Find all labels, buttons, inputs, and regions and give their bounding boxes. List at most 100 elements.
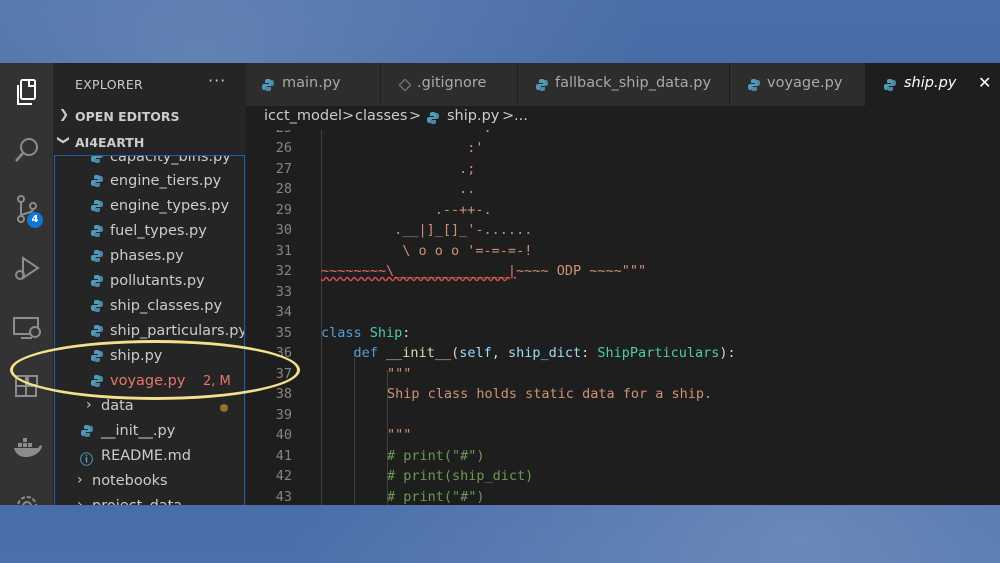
file-phases[interactable]: phases.py xyxy=(55,245,244,269)
highlight-ellipse xyxy=(10,340,300,400)
line-number: 27 xyxy=(275,161,292,177)
breadcrumb: icct_model > classes > ship.py > ... xyxy=(246,106,1000,130)
tab-gitignore[interactable]: .gitignore xyxy=(381,63,518,106)
chevron-right-icon: ❯ xyxy=(59,107,70,121)
code-line: .; xyxy=(321,161,476,177)
line-number: 30 xyxy=(275,222,292,238)
python-icon xyxy=(91,275,103,287)
file-engine-tiers[interactable]: engine_tiers.py xyxy=(55,170,244,194)
file-name: pollutants.py xyxy=(110,273,205,289)
file-readme[interactable]: ⓘ README.md xyxy=(55,445,244,469)
run-debug-icon[interactable] xyxy=(0,243,53,293)
code-line: .--++-. xyxy=(321,202,492,218)
file-name: ship_classes.py xyxy=(110,298,223,314)
explorer-sidebar: EXPLORER ··· ❯ OPEN EDITORS ❯ AI4EARTH c… xyxy=(53,63,246,505)
line-number: 29 xyxy=(275,202,292,218)
python-icon xyxy=(91,156,103,163)
python-icon xyxy=(91,200,103,212)
chevron-right-icon: › xyxy=(86,397,92,413)
python-icon xyxy=(91,300,103,312)
file-init[interactable]: __init__.py xyxy=(55,420,244,444)
close-icon[interactable]: ✕ xyxy=(978,73,991,92)
tab-main[interactable]: main.py xyxy=(246,63,381,106)
tab-fallback-ship-data[interactable]: fallback_ship_data.py xyxy=(518,63,730,106)
tab-voyage[interactable]: voyage.py xyxy=(730,63,866,106)
indent-guide xyxy=(354,350,355,505)
open-editors-label: OPEN EDITORS xyxy=(75,109,180,124)
open-editors-section[interactable]: ❯ OPEN EDITORS xyxy=(53,106,246,128)
source-control-icon[interactable]: 4 xyxy=(0,184,53,234)
file-engine-types[interactable]: engine_types.py xyxy=(55,195,244,219)
file-name: __init__.py xyxy=(101,423,176,439)
code-line: # print("#") xyxy=(387,489,485,505)
project-label: AI4EARTH xyxy=(75,135,145,150)
line-number: 32 xyxy=(275,263,292,279)
file-fuel-types[interactable]: fuel_types.py xyxy=(55,220,244,244)
docker-icon[interactable] xyxy=(0,423,53,473)
breadcrumb-item[interactable]: ship.py xyxy=(447,108,499,124)
code-line: Ship class holds static data for a ship. xyxy=(387,386,713,402)
line-number: 39 xyxy=(275,407,292,423)
code-token: __init__ xyxy=(386,345,452,361)
python-icon xyxy=(91,325,103,337)
breadcrumb-item[interactable]: ... xyxy=(514,108,528,124)
remote-explorer-icon[interactable] xyxy=(0,303,53,353)
python-icon xyxy=(91,250,103,262)
modified-dot xyxy=(220,404,228,412)
more-actions-icon[interactable]: ··· xyxy=(208,71,226,90)
code-line: # print(ship_dict) xyxy=(387,468,534,484)
settings-icon[interactable] xyxy=(0,481,53,505)
files-icon[interactable] xyxy=(0,68,53,118)
folder-name: project_data xyxy=(92,498,182,505)
code-token: ShipParticulars xyxy=(597,345,720,361)
source-control-badge: 4 xyxy=(27,212,43,228)
line-number: 33 xyxy=(275,284,292,300)
breadcrumb-separator: > xyxy=(502,108,515,124)
code-line: :' xyxy=(321,140,484,156)
line-number: 41 xyxy=(275,448,292,464)
breadcrumb-item[interactable]: classes xyxy=(355,108,407,124)
tab-ship[interactable]: ship.py ✕ xyxy=(866,63,1000,106)
line-number: 25 xyxy=(246,130,292,136)
code-line: """ xyxy=(387,366,412,382)
file-ship-classes[interactable]: ship_classes.py xyxy=(55,295,244,319)
tab-label: fallback_ship_data.py xyxy=(555,75,712,91)
file-name: phases.py xyxy=(110,248,184,264)
chevron-right-icon: › xyxy=(77,497,83,505)
folder-project-data[interactable]: › project_data xyxy=(55,495,244,505)
info-icon: ⓘ xyxy=(80,453,94,468)
tab-label: .gitignore xyxy=(417,75,487,91)
line-number: 31 xyxy=(275,243,292,259)
folder-name: data xyxy=(101,398,134,414)
code-line: """ xyxy=(387,427,412,443)
file-pollutants[interactable]: pollutants.py xyxy=(55,270,244,294)
file-name: README.md xyxy=(101,448,191,464)
chevron-right-icon: › xyxy=(77,472,83,488)
python-icon xyxy=(91,225,103,237)
breadcrumb-item[interactable]: icct_model xyxy=(264,108,342,124)
code-token: def xyxy=(353,345,378,361)
line-number: 42 xyxy=(275,468,292,484)
tab-label: ship.py xyxy=(904,75,957,91)
line-number: 26 xyxy=(275,140,292,156)
python-icon xyxy=(81,425,93,437)
python-icon xyxy=(91,175,103,187)
code-editor[interactable]: 25 ' : ' 26 :' 27 .; 28 .. 29 .--++-. 30… xyxy=(246,130,1000,505)
folder-notebooks[interactable]: › notebooks xyxy=(55,470,244,494)
python-icon xyxy=(536,79,548,91)
line-number: 35 xyxy=(275,325,292,341)
code-line: # print("#") xyxy=(387,448,485,464)
file-capacity-bins[interactable]: capacity_bins.py xyxy=(55,156,244,170)
search-icon[interactable] xyxy=(0,125,53,175)
project-section[interactable]: ❯ AI4EARTH xyxy=(53,132,246,154)
editor-tabs: main.py .gitignore fallback_ship_data.py… xyxy=(246,63,1000,106)
file-name: ship_particulars.py xyxy=(110,323,245,339)
tab-label: voyage.py xyxy=(767,75,843,91)
code-line: def __init__(self, ship_dict: ShipPartic… xyxy=(353,345,736,361)
code-token: ship_dict xyxy=(508,345,582,361)
python-icon xyxy=(748,79,760,91)
python-icon xyxy=(884,79,896,91)
code-line: ~~~~~~~~\______________|~~~~ ODP ~~~~""" xyxy=(321,263,646,279)
code-token: Ship xyxy=(369,325,403,341)
folder-name: notebooks xyxy=(92,473,168,489)
